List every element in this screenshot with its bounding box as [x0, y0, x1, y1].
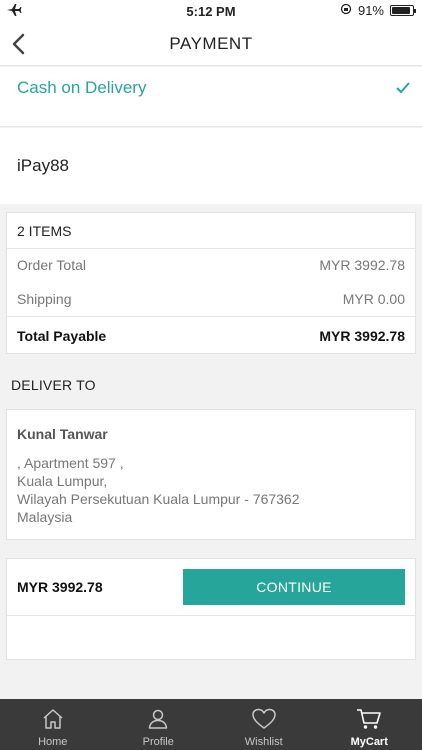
shipping-label: Shipping: [17, 291, 72, 307]
tab-label: Profile: [142, 736, 174, 748]
tab-wishlist[interactable]: Wishlist: [211, 699, 317, 750]
heart-icon: [252, 708, 276, 729]
address-line: , Apartment 597 ,: [17, 455, 124, 471]
battery-icon: [390, 5, 416, 16]
nav-bar: PAYMENT: [0, 22, 422, 66]
tab-label: Wishlist: [244, 736, 283, 748]
checkout-amount: MYR 3992.78: [17, 579, 103, 595]
items-count-row: 2 ITEMS: [7, 213, 415, 249]
cart-icon: [357, 709, 382, 729]
recipient-name: Kunal Tanwar: [17, 426, 108, 442]
address-line: Kuala Lumpur,: [17, 473, 108, 489]
deliver-to-heading: DELIVER TO: [11, 377, 96, 393]
payment-option-cod[interactable]: Cash on Delivery: [0, 67, 422, 127]
profile-icon: [149, 709, 168, 729]
total-payable-label: Total Payable: [17, 327, 107, 344]
tab-mycart[interactable]: MyCart: [317, 699, 422, 750]
battery-percent: 91%: [357, 3, 384, 18]
total-payable-row: Total Payable MYR 3992.78: [7, 316, 415, 354]
payment-option-ipay88[interactable]: iPay88: [0, 128, 422, 204]
delivery-address-card[interactable]: Kunal Tanwar , Apartment 597 , Kuala Lum…: [6, 409, 416, 540]
continue-button[interactable]: CONTINUE: [183, 569, 405, 605]
page-title: PAYMENT: [169, 34, 253, 53]
order-total-value: MYR 3992.78: [319, 257, 405, 273]
shipping-row: Shipping MYR 0.00: [7, 291, 415, 307]
order-total-row: Order Total MYR 3992.78: [7, 257, 415, 273]
status-bar: 5:12 PM 91%: [0, 0, 422, 22]
address-lines: , Apartment 597 , Kuala Lumpur, Wilayah …: [17, 454, 300, 526]
order-summary: 2 ITEMS Order Total MYR 3992.78 Shipping…: [6, 212, 416, 354]
address-line: Malaysia: [17, 509, 73, 525]
order-total-label: Order Total: [17, 257, 86, 273]
checkmark-icon: [396, 81, 410, 99]
tab-bar: Home Profile Wishlist MyCart: [0, 699, 422, 750]
tab-label: Home: [38, 736, 68, 748]
total-payable-value: MYR 3992.78: [319, 327, 405, 344]
home-icon: [43, 709, 63, 729]
items-count: 2 ITEMS: [17, 222, 72, 239]
tab-profile[interactable]: Profile: [106, 699, 212, 750]
address-line: Wilayah Persekutuan Kuala Lumpur - 76736…: [17, 491, 300, 507]
divider: [7, 615, 415, 616]
payment-option-label: iPay88: [17, 156, 69, 175]
checkout-bar: MYR 3992.78 CONTINUE: [6, 558, 416, 660]
payment-option-label: Cash on Delivery: [17, 78, 147, 97]
tab-home[interactable]: Home: [0, 699, 106, 750]
tab-label: MyCart: [350, 736, 388, 748]
orientation-lock-icon: [340, 3, 352, 18]
shipping-value: MYR 0.00: [342, 291, 405, 307]
